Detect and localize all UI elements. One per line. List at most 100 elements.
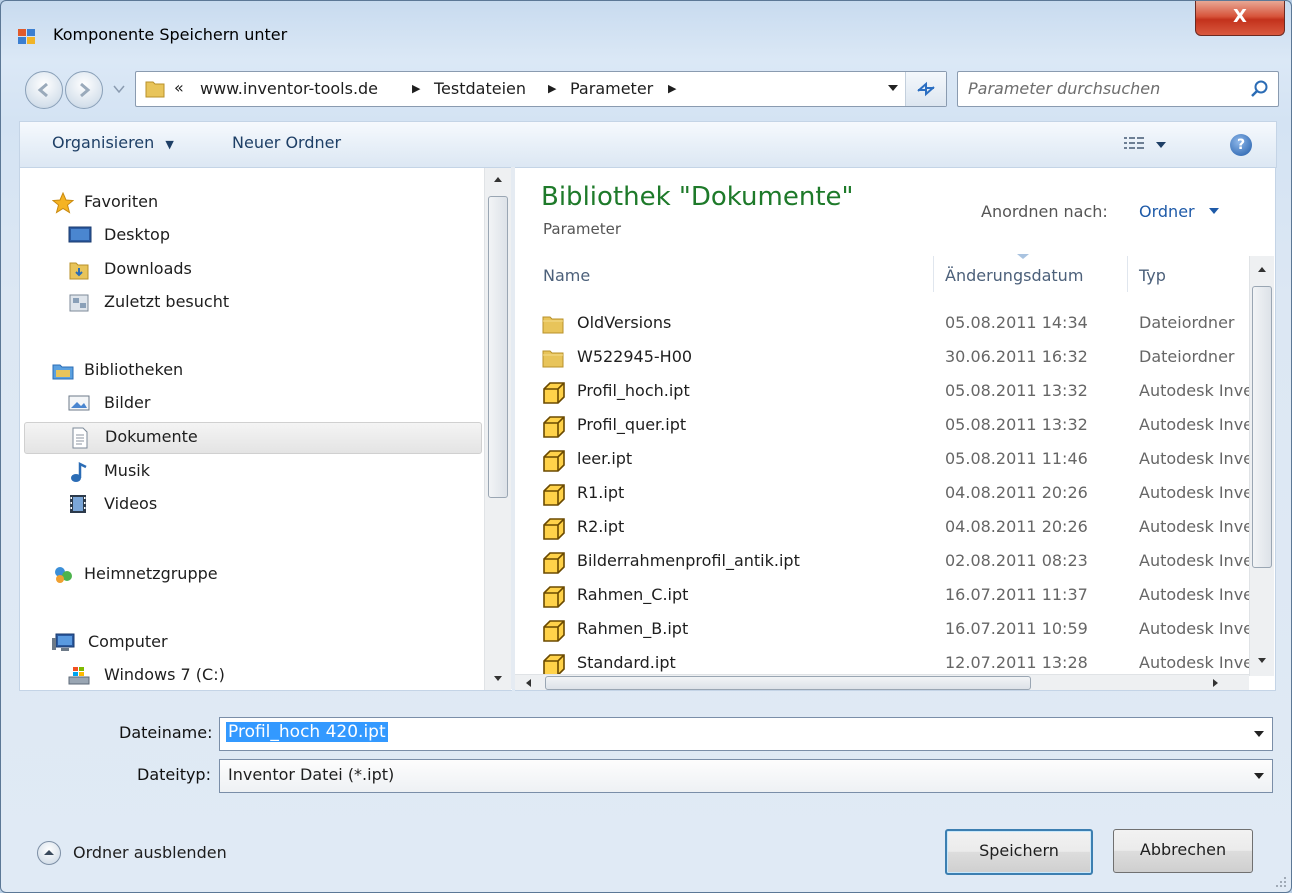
- scroll-up-icon[interactable]: [485, 168, 511, 192]
- arrow-right-icon: [80, 82, 91, 98]
- nav-item-desktop[interactable]: Desktop: [20, 221, 482, 251]
- scroll-right-icon[interactable]: [1205, 675, 1225, 691]
- file-row[interactable]: R2.ipt 04.08.2011 20:26 Autodesk Inve: [541, 512, 1257, 546]
- library-subtitle: Parameter: [543, 220, 622, 238]
- scroll-down-icon[interactable]: [485, 666, 511, 690]
- column-divider[interactable]: [1127, 256, 1128, 292]
- file-row[interactable]: R1.ipt 04.08.2011 20:26 Autodesk Inve: [541, 478, 1257, 512]
- help-icon[interactable]: ?: [1230, 134, 1252, 156]
- nav-scrollbar-thumb[interactable]: [488, 196, 508, 498]
- close-button[interactable]: X: [1195, 1, 1285, 36]
- resize-grip-icon[interactable]: [1273, 874, 1287, 888]
- nav-item-homegroup[interactable]: Heimnetzgruppe: [20, 560, 482, 590]
- breadcrumb-separator-icon[interactable]: ▶: [412, 82, 420, 95]
- nav-item-downloads[interactable]: Downloads: [20, 255, 482, 285]
- view-dropdown-icon[interactable]: [1156, 142, 1166, 149]
- file-row[interactable]: Rahmen_B.ipt 16.07.2011 10:59 Autodesk Inv…: [541, 614, 1257, 648]
- file-date: 16.07.2011 10:59: [945, 619, 1088, 638]
- filename-combobox[interactable]: Profil_hoch 420.ipt: [219, 717, 1273, 751]
- nav-item-recent[interactable]: Zuletzt besucht: [20, 288, 482, 318]
- file-row[interactable]: W522945-H00 30.06.2011 16:32 Dateiordner: [541, 342, 1257, 376]
- file-list-hscrollbar[interactable]: [515, 674, 1249, 691]
- search-icon[interactable]: [1250, 79, 1270, 99]
- scroll-left-icon[interactable]: [519, 675, 539, 691]
- organize-label: Organisieren: [52, 133, 155, 152]
- breadcrumb-overflow[interactable]: «: [174, 78, 184, 97]
- view-options-icon[interactable]: [1124, 136, 1146, 152]
- folder-icon: [541, 346, 565, 370]
- file-date: 05.08.2011 11:46: [945, 449, 1088, 468]
- inventor-part-icon: [541, 448, 567, 474]
- refresh-button[interactable]: [905, 72, 946, 106]
- file-row[interactable]: Bilderrahmenprofil_antik.ipt 02.08.2011 0…: [541, 546, 1257, 580]
- scroll-down-icon[interactable]: [1250, 648, 1274, 672]
- file-list-vscrollbar-thumb[interactable]: [1252, 286, 1272, 568]
- hide-folders-toggle[interactable]: [37, 841, 61, 865]
- save-button[interactable]: Speichern: [945, 829, 1093, 875]
- music-icon: [68, 461, 88, 482]
- breadcrumb-separator-icon[interactable]: ▶: [548, 82, 556, 95]
- file-date: 02.08.2011 08:23: [945, 551, 1088, 570]
- history-dropdown-icon[interactable]: [113, 85, 125, 93]
- nav-item-documents[interactable]: Dokumente: [24, 422, 482, 454]
- column-header-date[interactable]: Änderungsdatum: [945, 266, 1083, 285]
- forward-button[interactable]: [65, 71, 103, 109]
- file-date: 05.08.2011 13:32: [945, 381, 1088, 400]
- back-button[interactable]: [25, 71, 63, 109]
- new-folder-button[interactable]: Neuer Ordner: [232, 133, 341, 152]
- breadcrumb-item[interactable]: Parameter: [570, 79, 653, 98]
- file-type: Autodesk Inve: [1139, 483, 1254, 502]
- chevron-down-icon[interactable]: [1254, 731, 1264, 738]
- organize-menu[interactable]: Organisieren ▼: [52, 133, 174, 152]
- search-input[interactable]: [968, 79, 1228, 98]
- file-list-pane: Bibliothek "Dokumente" Parameter Anordne…: [515, 167, 1276, 691]
- nav-item-favorites[interactable]: Favoriten: [20, 188, 482, 218]
- nav-item-pictures[interactable]: Bilder: [20, 389, 482, 419]
- chevron-down-icon[interactable]: [1209, 208, 1219, 215]
- column-header-type[interactable]: Typ: [1139, 266, 1166, 285]
- file-type: Autodesk Inve: [1139, 517, 1254, 536]
- file-list-hscrollbar-thumb[interactable]: [545, 676, 1031, 690]
- address-bar[interactable]: « www.inventor-tools.de ▶ Testdateien ▶ …: [135, 71, 947, 107]
- hide-folders-label[interactable]: Ordner ausblenden: [73, 843, 227, 862]
- nav-item-music[interactable]: Musik: [20, 457, 482, 487]
- app-icon: [17, 27, 37, 47]
- recent-places-icon: [68, 292, 89, 312]
- nav-item-label: Musik: [104, 461, 150, 480]
- scroll-up-icon[interactable]: [1250, 258, 1274, 282]
- title-bar[interactable]: Komponente Speichern unter X: [1, 1, 1291, 45]
- search-box[interactable]: [957, 71, 1279, 107]
- file-type: Autodesk Inve: [1139, 551, 1254, 570]
- refresh-icon: [917, 81, 935, 97]
- file-row[interactable]: Profil_hoch.ipt 05.08.2011 13:32 Autodesk …: [541, 376, 1257, 410]
- breadcrumb-item[interactable]: Testdateien: [434, 79, 526, 98]
- address-dropdown-icon[interactable]: [888, 84, 898, 92]
- file-row[interactable]: Profil_quer.ipt 05.08.2011 13:32 Autodesk …: [541, 410, 1257, 444]
- filetype-select[interactable]: Inventor Datei (*.ipt): [219, 759, 1273, 793]
- arrange-by-dropdown[interactable]: Ordner: [1139, 202, 1195, 221]
- nav-item-videos[interactable]: Videos: [20, 490, 482, 520]
- nav-scrollbar[interactable]: [484, 168, 511, 690]
- nav-item-computer[interactable]: Computer: [20, 628, 482, 658]
- file-date: 05.08.2011 14:34: [945, 313, 1088, 332]
- nav-item-drive-c[interactable]: Windows 7 (C:): [20, 661, 482, 690]
- file-name: OldVersions: [577, 313, 672, 332]
- nav-item-libraries[interactable]: Bibliotheken: [20, 356, 482, 386]
- breadcrumb-separator-icon[interactable]: ▶: [668, 82, 676, 95]
- chevron-down-icon: ▼: [165, 138, 174, 151]
- file-list-vscrollbar[interactable]: [1249, 256, 1274, 676]
- cancel-button[interactable]: Abbrechen: [1113, 829, 1253, 873]
- chevron-down-icon[interactable]: [1254, 773, 1264, 780]
- column-header-name[interactable]: Name: [543, 266, 590, 285]
- homegroup-icon: [52, 564, 72, 584]
- filetype-label: Dateityp:: [137, 765, 211, 784]
- nav-item-label: Downloads: [104, 259, 192, 278]
- column-divider[interactable]: [933, 256, 934, 292]
- desktop-icon: [68, 225, 92, 245]
- file-row[interactable]: Rahmen_C.ipt 16.07.2011 11:37 Autodesk Inv…: [541, 580, 1257, 614]
- file-row[interactable]: leer.ipt 05.08.2011 11:46 Autodesk Inve: [541, 444, 1257, 478]
- file-row[interactable]: OldVersions 05.08.2011 14:34 Dateiordner: [541, 308, 1257, 342]
- nav-item-label: Computer: [88, 632, 168, 651]
- breadcrumb-item[interactable]: www.inventor-tools.de: [200, 79, 378, 98]
- filename-input[interactable]: Profil_hoch 420.ipt: [226, 722, 388, 742]
